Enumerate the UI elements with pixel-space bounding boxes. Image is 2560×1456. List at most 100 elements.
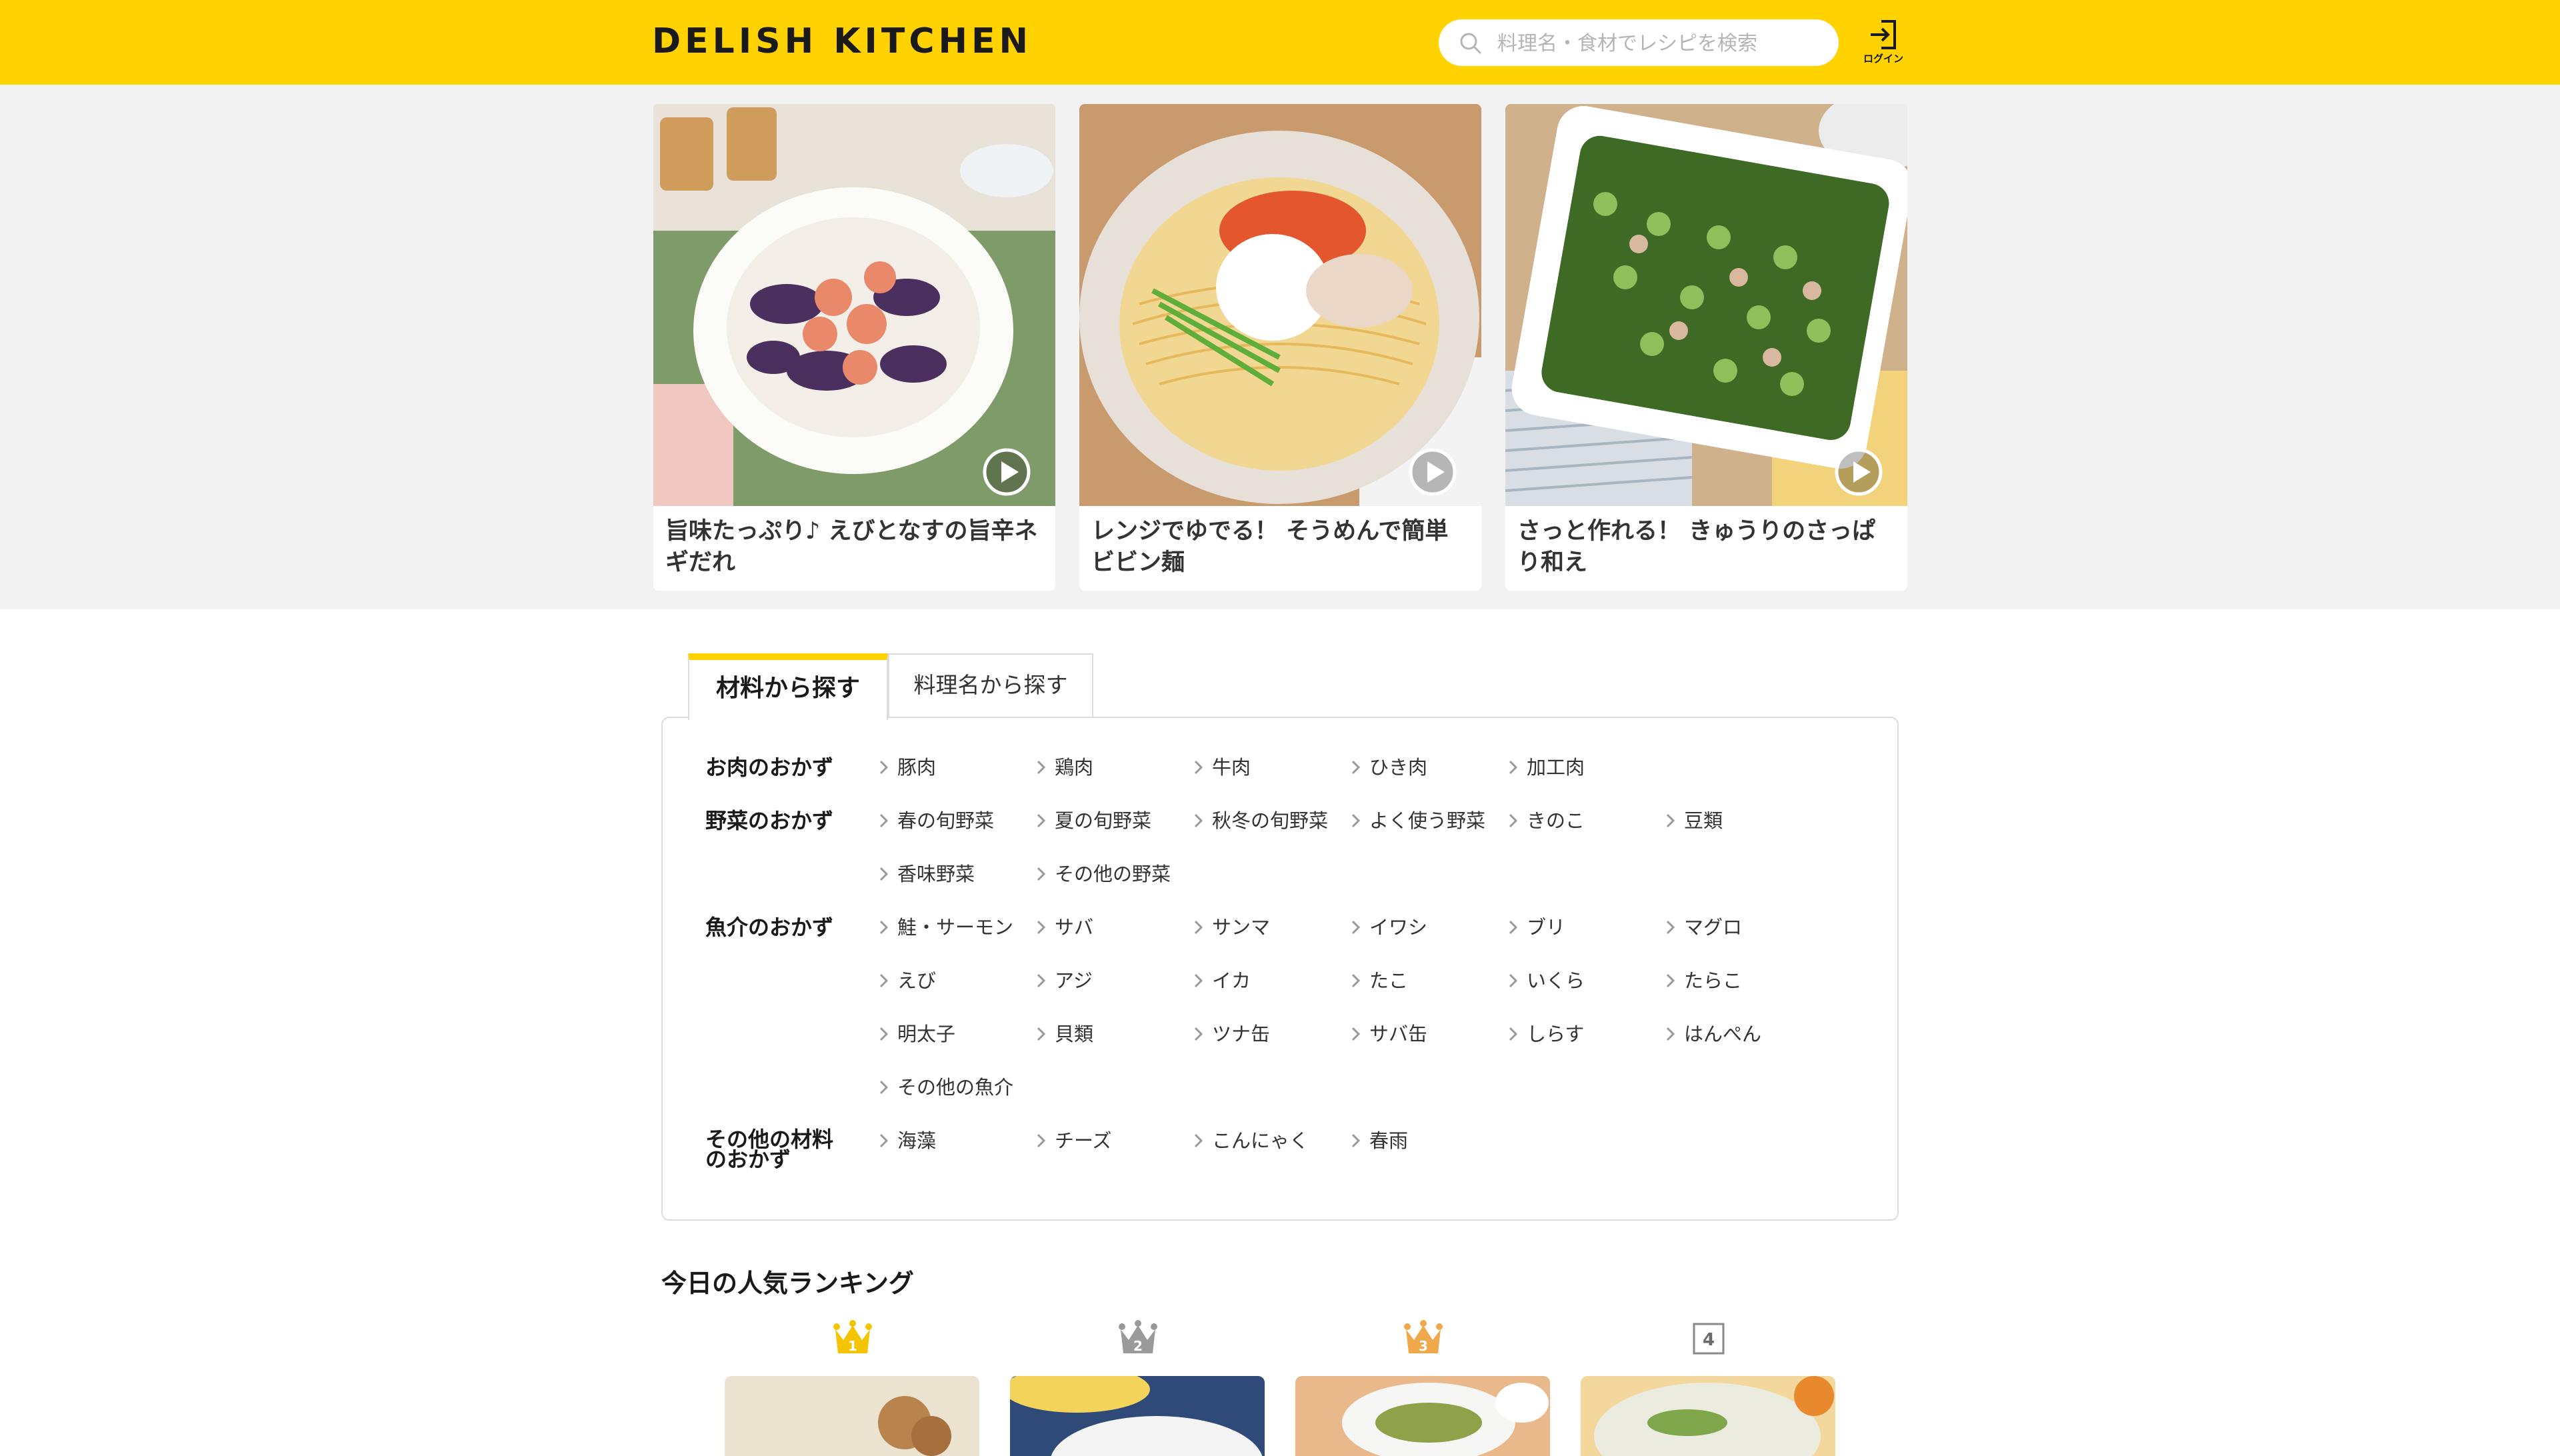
tab-ingredients[interactable]: 材料から探す [688,653,888,720]
ingredient-link[interactable]: ブリ [1508,914,1565,941]
ingredient-link[interactable]: えび [879,967,936,994]
ingredient-link[interactable]: はんぺん [1665,1021,1761,1047]
featured-card[interactable]: 旨味たっぷり♪ えびとなすの旨辛ネギだれ [653,104,1055,591]
ingredient-link[interactable]: その他の魚介 [879,1074,1013,1101]
ranking-item[interactable]: 3 [1295,1320,1550,1456]
chevron-right-icon [879,920,889,935]
chevron-right-icon [1666,813,1675,828]
ingredient-link[interactable]: 加工肉 [1508,754,1585,781]
ingredient-link[interactable]: チーズ [1036,1127,1112,1154]
svg-text:2: 2 [1133,1338,1143,1354]
chevron-right-icon [1037,973,1046,988]
ingredient-link[interactable]: 鶏肉 [1036,754,1093,781]
chevron-right-icon [1194,1027,1203,1041]
chevron-right-icon [1509,920,1518,935]
chevron-right-icon [1509,973,1518,988]
chevron-right-icon [1037,1027,1046,1041]
chevron-right-icon [1194,1133,1203,1148]
category-label-other: その他の材料 のおかず [705,1127,834,1172]
svg-text:3: 3 [1419,1338,1428,1354]
ingredient-link[interactable]: きのこ [1508,807,1585,834]
ranking-item[interactable]: 2 [1010,1320,1265,1456]
ingredient-link[interactable]: サバ [1036,914,1093,941]
ingredient-link[interactable]: 春の旬野菜 [879,807,994,834]
recipe-thumbnail [1581,1376,1835,1456]
ingredient-link[interactable]: こんにゃく [1193,1127,1309,1154]
chevron-right-icon [1194,760,1203,775]
chevron-right-icon [879,813,889,828]
rank-number-badge: 4 [1693,1323,1725,1355]
recipe-thumbnail [1010,1376,1265,1456]
recipe-title[interactable]: レンジでゆでる！ そうめんで簡単ビビン麺 [1091,516,1471,579]
chevron-right-icon [1351,813,1361,828]
site-logo[interactable]: DELISH KITCHEN [652,20,1032,63]
ingredient-link[interactable]: よく使う野菜 [1351,807,1485,834]
chevron-right-icon [879,1080,889,1095]
ingredient-link[interactable]: ツナ缶 [1193,1021,1270,1047]
play-icon[interactable] [981,447,1032,497]
ingredient-link[interactable]: イワシ [1351,914,1427,941]
ingredient-link[interactable]: 春雨 [1351,1127,1408,1154]
recipe-title[interactable]: さっと作れる！ きゅうりのさっぱり和え [1517,516,1897,579]
ingredient-link[interactable]: たらこ [1665,967,1742,994]
ranking-title: 今日の人気ランキング [661,1269,914,1298]
ingredient-link[interactable]: 海藻 [879,1127,936,1154]
search-input[interactable] [1496,26,1819,61]
ingredient-link[interactable]: サバ缶 [1351,1021,1427,1047]
ingredient-link[interactable]: サンマ [1193,914,1270,941]
ingredient-link[interactable]: 豚肉 [879,754,936,781]
crown-silver-icon: 2 [1119,1320,1157,1354]
chevron-right-icon [1351,1133,1361,1148]
ingredient-link[interactable]: たこ [1351,967,1408,994]
ingredient-link[interactable]: 明太子 [879,1021,955,1047]
ingredient-link[interactable]: その他の野菜 [1036,861,1171,887]
play-icon[interactable] [1833,447,1884,497]
ingredient-link[interactable]: 豆類 [1665,807,1723,834]
category-label-seafood: 魚介のおかず [705,915,834,940]
chevron-right-icon [1037,760,1046,775]
featured-card[interactable]: レンジでゆでる！ そうめんで簡単ビビン麺 [1079,104,1481,591]
recipe-title[interactable]: 旨味たっぷり♪ えびとなすの旨辛ネギだれ [665,516,1045,579]
ingredient-link[interactable]: イカ [1193,967,1251,994]
ingredient-link[interactable]: アジ [1036,967,1093,994]
chevron-right-icon [879,1133,889,1148]
ingredient-link[interactable]: 香味野菜 [879,861,975,887]
search-icon [1460,33,1481,54]
ingredient-category-panel: お肉のおかず 豚肉 鶏肉 牛肉 ひき肉 加工肉 野菜のおかず 春の旬野菜 夏の旬… [661,717,1899,1221]
ingredient-link[interactable]: 貝類 [1036,1021,1093,1047]
crown-gold-icon: 1 [833,1320,872,1354]
login-icon [1871,20,1896,49]
recipe-image [1079,104,1481,506]
chevron-right-icon [1037,920,1046,935]
play-icon[interactable] [1407,447,1458,497]
chevron-right-icon [1509,1027,1518,1041]
chevron-right-icon [1666,1027,1675,1041]
category-label-vegetable: 野菜のおかず [705,808,834,833]
recipe-thumbnail [1295,1376,1550,1456]
login-button[interactable]: ログイン [1860,17,1907,68]
search-bar[interactable] [1439,19,1839,66]
chevron-right-icon [1351,760,1361,775]
ingredient-link[interactable]: 夏の旬野菜 [1036,807,1151,834]
ingredient-link[interactable]: 牛肉 [1193,754,1251,781]
chevron-right-icon [1037,867,1046,881]
login-label: ログイン [1863,53,1903,65]
ingredient-link[interactable]: 鮭・サーモン [879,914,1013,941]
ranking-item[interactable]: 4 [1581,1320,1835,1456]
recipe-thumbnail [725,1376,979,1456]
category-label-meat: お肉のおかず [705,755,834,780]
tab-dish-name[interactable]: 料理名から探す [888,653,1093,717]
chevron-right-icon [1194,973,1203,988]
ingredient-link[interactable]: しらす [1508,1021,1584,1047]
ingredient-link[interactable]: 秋冬の旬野菜 [1193,807,1328,834]
chevron-right-icon [879,1027,889,1041]
ingredient-link[interactable]: いくら [1508,967,1585,994]
chevron-right-icon [1037,1133,1046,1148]
svg-text:4: 4 [1703,1330,1715,1350]
ingredient-link[interactable]: ひき肉 [1351,754,1427,781]
ranking-item[interactable]: 1 [725,1320,979,1456]
featured-card[interactable]: さっと作れる！ きゅうりのさっぱり和え [1505,104,1907,591]
ingredient-link[interactable]: マグロ [1665,914,1742,941]
chevron-right-icon [879,867,889,881]
chevron-right-icon [879,760,889,775]
